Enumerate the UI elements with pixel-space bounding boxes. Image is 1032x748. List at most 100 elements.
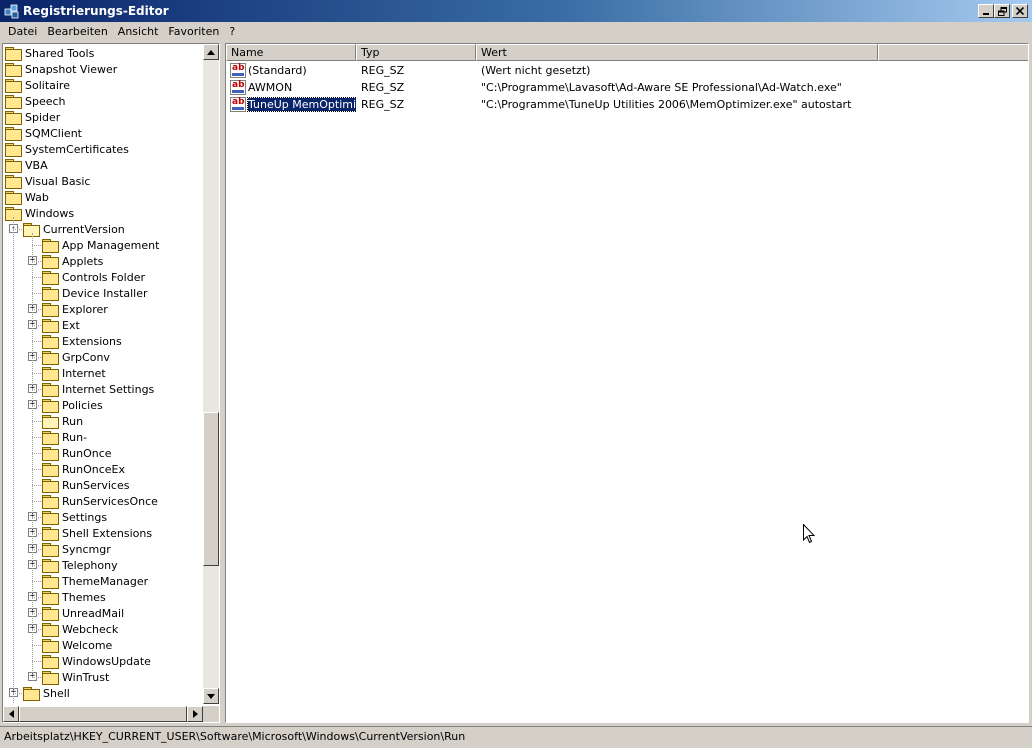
tree-node-label: Device Installer [62, 286, 148, 300]
table-row[interactable]: ab AWMON REG_SZ "C:\Programme\Lavasoft\Ad-A… [226, 79, 1026, 96]
tree-node-label: Solitaire [25, 78, 70, 92]
tree-node[interactable]: Webcheck [42, 621, 119, 637]
tree-node-label: Run- [62, 430, 88, 444]
column-header-name[interactable]: Name [226, 44, 356, 61]
tree-connector [32, 389, 41, 390]
tree-node[interactable]: Solitaire [5, 77, 71, 93]
tree-scroll-thumb[interactable] [203, 412, 219, 566]
tree-node[interactable]: CurrentVersion [23, 221, 126, 237]
tree-node-label: ThemeManager [62, 574, 149, 588]
tree-node[interactable]: WinTrust [42, 669, 110, 685]
tree-node[interactable]: Welcome [42, 637, 113, 653]
close-button[interactable] [1012, 4, 1028, 18]
tree-node[interactable]: Policies [42, 397, 104, 413]
tree-node[interactable]: Telephony [42, 557, 119, 573]
tree-node[interactable]: Visual Basic [5, 173, 91, 189]
tree-node[interactable]: ThemeManager [42, 573, 149, 589]
tree-node[interactable]: GrpConv [42, 349, 111, 365]
tree-node-label: RunServices [62, 478, 130, 492]
cell-value: (Wert nicht gesetzt) [481, 64, 591, 77]
scroll-right-button[interactable] [187, 706, 203, 722]
tree-node[interactable]: Windows [5, 205, 75, 221]
folder-icon [42, 590, 59, 605]
tree-node[interactable]: RunOnceEx [42, 461, 126, 477]
folder-icon [42, 510, 59, 525]
tree-node[interactable]: RunServices [42, 477, 130, 493]
table-row[interactable]: ab TuneUp MemOptimi... REG_SZ "C:\Programme… [226, 96, 1026, 113]
arrow-right-icon [192, 710, 198, 718]
folder-icon [42, 622, 59, 637]
tree-node[interactable]: Controls Folder [42, 269, 146, 285]
tree-node[interactable]: SQMClient [5, 125, 83, 141]
title-bar[interactable]: Registrierungs-Editor [0, 0, 1032, 22]
tree-node-label: SystemCertificates [25, 142, 129, 156]
tree-node[interactable]: Applets [42, 253, 104, 269]
tree-node[interactable]: Run- [42, 429, 88, 445]
folder-icon [42, 670, 59, 685]
tree-node[interactable]: Ext [42, 317, 81, 333]
tree-node[interactable]: Explorer [42, 301, 109, 317]
tree-node-label: Shared Tools [25, 46, 95, 60]
tree-node-label: Webcheck [62, 622, 119, 636]
tree-node[interactable]: Run [42, 413, 84, 429]
tree-hscroll-thumb[interactable] [19, 706, 187, 722]
table-row[interactable]: ab (Standard) REG_SZ (Wert nicht gesetzt) [226, 62, 1026, 79]
tree-node[interactable]: Syncmgr [42, 541, 112, 557]
menu-edit[interactable]: Bearbeiten [42, 25, 112, 38]
tree-node[interactable]: Shell Extensions [42, 525, 153, 541]
tree-node-label: SQMClient [25, 126, 82, 140]
folder-icon [42, 606, 59, 621]
tree-node[interactable]: App Management [42, 237, 160, 253]
menu-view[interactable]: Ansicht [113, 25, 164, 38]
tree-node[interactable]: Extensions [42, 333, 123, 349]
tree-node[interactable]: Themes [42, 589, 107, 605]
menu-favorites[interactable]: Favoriten [163, 25, 224, 38]
scroll-left-button[interactable] [3, 706, 19, 722]
tree-node-label: Wab [25, 190, 49, 204]
tree-node[interactable]: UnreadMail [42, 605, 125, 621]
tree-node[interactable]: RunOnce [42, 445, 113, 461]
tree-node[interactable]: Settings [42, 509, 108, 525]
tree-node[interactable]: RunServicesOnce [42, 493, 159, 509]
tree-node-label: Internet [62, 366, 106, 380]
scroll-up-button[interactable] [203, 44, 219, 60]
tree-node-label: RunServicesOnce [62, 494, 158, 508]
restore-button[interactable] [994, 4, 1010, 18]
tree-node[interactable]: Internet Settings [42, 381, 155, 397]
tree-vertical-scrollbar[interactable] [203, 44, 219, 704]
close-icon [1016, 7, 1024, 15]
column-header-filler [878, 44, 1028, 61]
tree-connector [32, 437, 41, 438]
column-header-type[interactable]: Typ [356, 44, 476, 61]
tree-node-label: Shell [43, 686, 70, 700]
tree-connector [32, 233, 33, 677]
tree-node[interactable]: Speech [5, 93, 67, 109]
column-header-value[interactable]: Wert [476, 44, 878, 61]
tree-node-label: Syncmgr [62, 542, 111, 556]
tree-connector [32, 309, 41, 310]
tree-horizontal-scrollbar[interactable] [3, 706, 203, 722]
tree-node[interactable]: Spider [5, 109, 61, 125]
tree-node[interactable]: SystemCertificates [5, 141, 130, 157]
menu-help[interactable]: ? [224, 25, 240, 38]
tree-node[interactable]: Wab [5, 189, 50, 205]
arrow-left-icon [8, 710, 14, 718]
scroll-corner [203, 706, 219, 722]
key-tree-pane: Shared Tools Snapshot Viewer Solitaire Spee… [2, 43, 220, 723]
tree-node[interactable]: Snapshot Viewer [5, 61, 118, 77]
tree-node[interactable]: Shared Tools [5, 45, 95, 61]
arrow-down-icon [207, 693, 215, 699]
tree-node[interactable]: Internet [42, 365, 107, 381]
menu-file[interactable]: Datei [3, 25, 42, 38]
tree-node[interactable]: Device Installer [42, 285, 149, 301]
folder-icon [42, 286, 59, 301]
folder-icon [42, 526, 59, 541]
tree-node[interactable]: WindowsUpdate [42, 653, 152, 669]
scroll-down-button[interactable] [203, 688, 219, 704]
folder-icon [42, 574, 59, 589]
mouse-cursor-icon [803, 523, 816, 547]
tree-node-label: UnreadMail [62, 606, 125, 620]
minimize-button[interactable] [978, 4, 994, 18]
tree-node[interactable]: VBA [5, 157, 49, 173]
tree-node[interactable]: Shell [23, 685, 71, 701]
